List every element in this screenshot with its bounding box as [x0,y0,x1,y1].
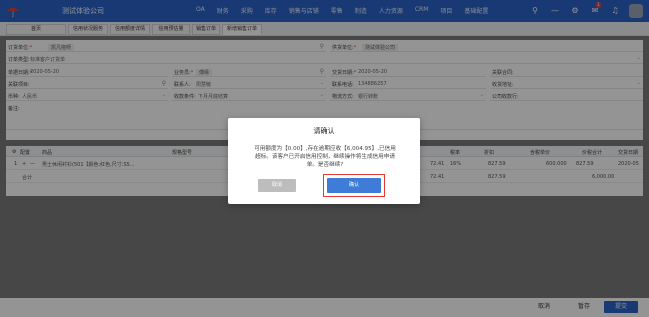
dialog-confirm-button[interactable]: 确认 [327,178,381,193]
dialog-message: 可用额度为【0.00】,存在逾期应收【6,004.95】,已信用超标。该客户已开… [254,146,396,168]
confirm-dialog: 请确认 可用额度为【0.00】,存在逾期应收【6,004.95】,已信用超标。该… [228,118,420,204]
dialog-cancel-button[interactable]: 取消 [258,179,296,192]
dialog-title: 请确认 [313,127,335,135]
